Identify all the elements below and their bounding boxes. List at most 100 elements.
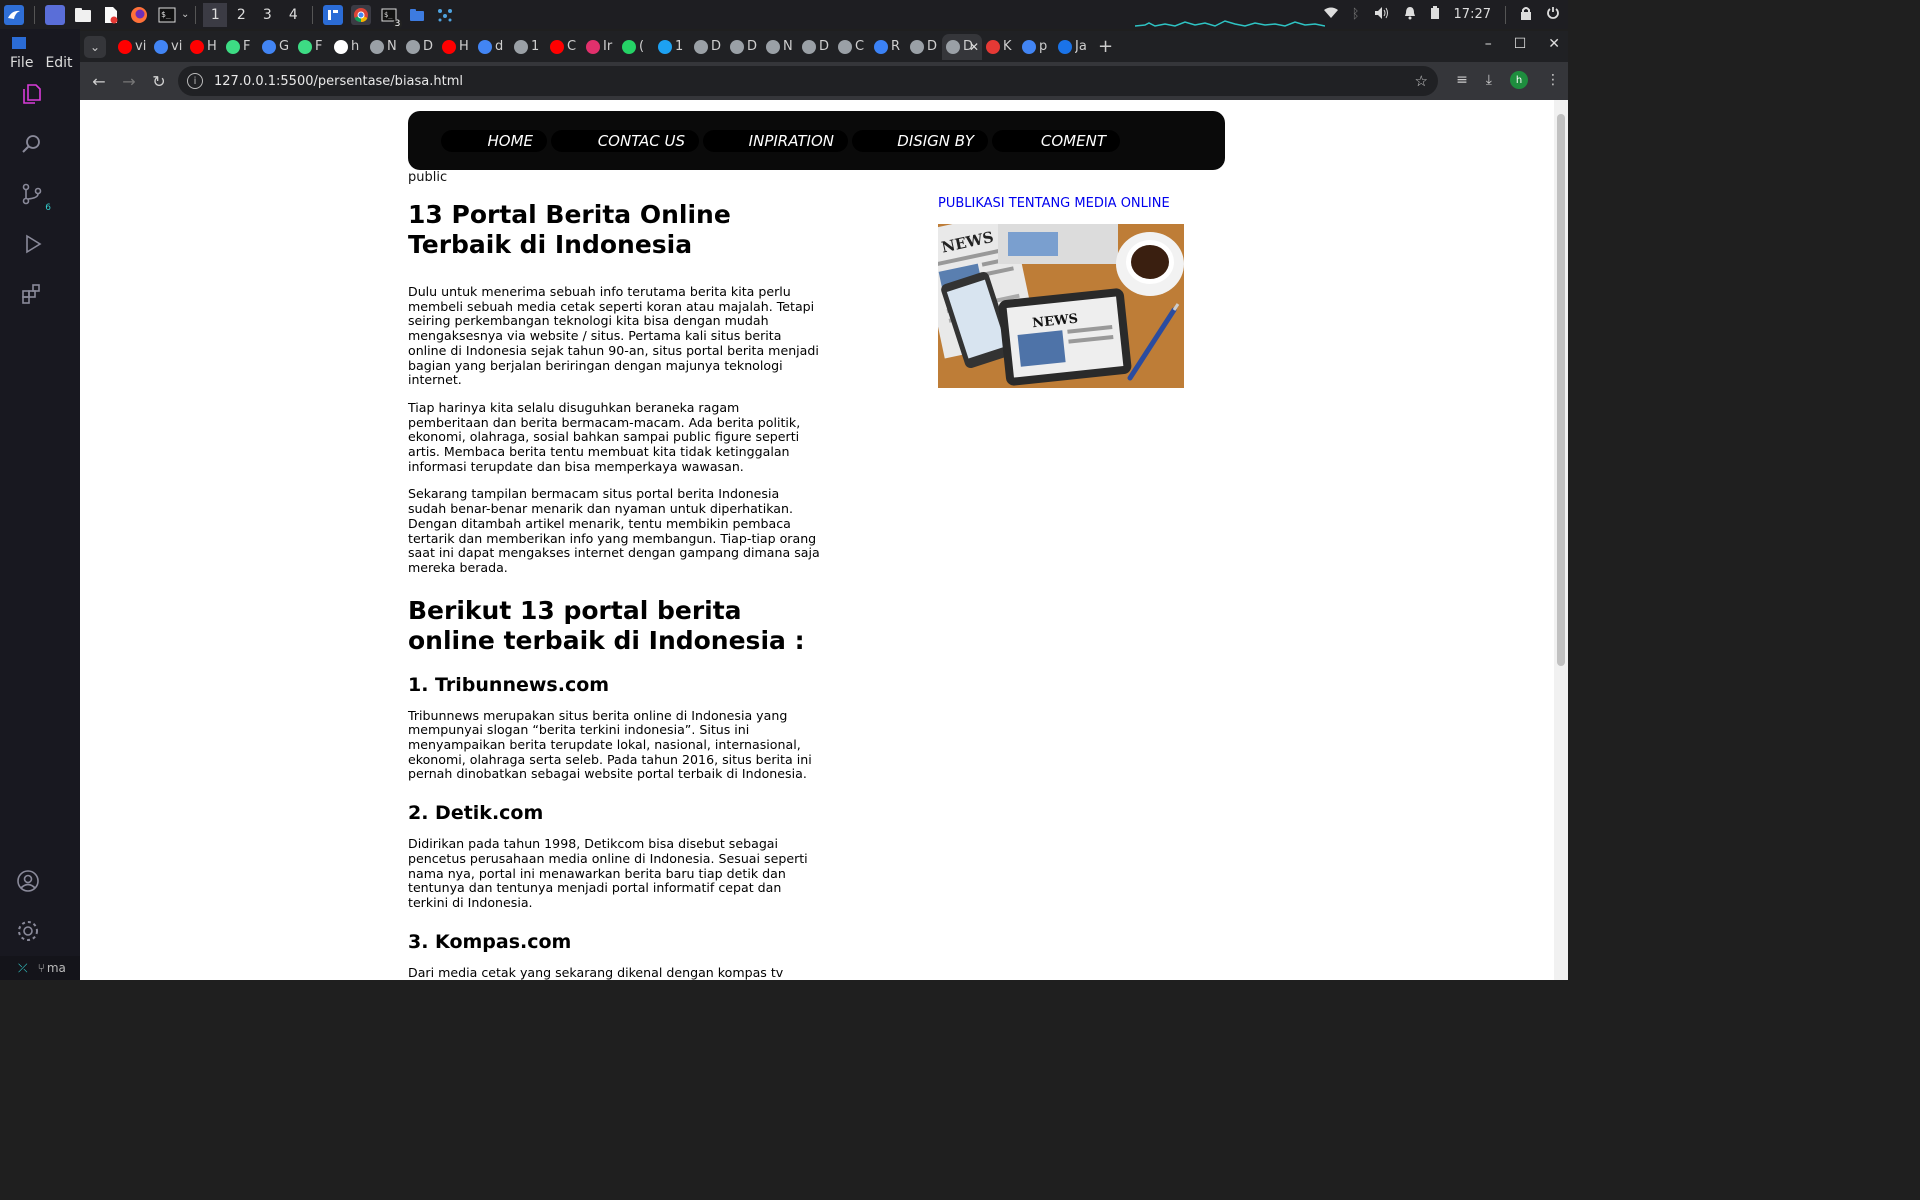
browser-tab[interactable]: H — [438, 34, 474, 60]
show-desktop-icon[interactable] — [45, 4, 65, 25]
profile-avatar[interactable]: h — [1510, 71, 1528, 89]
tab-favicon-icon — [190, 39, 204, 54]
browser-tab[interactable]: vi — [114, 34, 150, 60]
nav-design-by[interactable]: DISIGN BY — [852, 130, 988, 152]
sidebar-title[interactable]: PUBLIKASI TENTANG MEDIA ONLINE — [938, 196, 1188, 211]
browser-tab[interactable]: R — [870, 34, 906, 60]
document-viewer-icon[interactable] — [101, 5, 121, 25]
browser-tab[interactable]: D — [690, 34, 726, 60]
downloads-icon[interactable]: ⤓ — [1486, 72, 1492, 88]
terminal-window-icon[interactable]: $_ 3 — [379, 5, 403, 29]
browser-tab[interactable]: 1 — [510, 34, 546, 60]
menu-file[interactable]: File — [10, 55, 33, 71]
browser-tab[interactable]: Ja — [1054, 34, 1090, 60]
firefox-icon[interactable] — [129, 5, 149, 25]
browser-tab[interactable]: h — [330, 34, 366, 60]
browser-tab[interactable]: ( — [618, 34, 654, 60]
tab-favicon-icon — [442, 39, 456, 54]
media-controls-icon[interactable]: ≡ — [1456, 72, 1468, 88]
reload-button[interactable]: ↻ — [144, 72, 174, 91]
browser-tab[interactable]: D — [906, 34, 942, 60]
toolbar-actions: ≡ ⤓ h ⋮ — [1456, 71, 1560, 89]
tab-active[interactable]: D ✕ — [942, 33, 982, 60]
browser-tab[interactable]: F — [222, 34, 258, 60]
browser-tab[interactable]: vi — [150, 34, 186, 60]
chrome-menu-icon[interactable]: ⋮ — [1546, 72, 1560, 88]
browser-tab[interactable]: 1 — [654, 34, 690, 60]
intro-paragraph: Tiap harinya kita selalu disuguhkan bera… — [408, 399, 801, 474]
bookmark-star-icon[interactable]: ☆ — [1415, 72, 1428, 90]
workspace-4[interactable]: 4 — [281, 3, 305, 27]
nav-home[interactable]: HOME — [441, 130, 547, 152]
tab-close-icon[interactable]: ✕ — [969, 40, 979, 54]
browser-tab[interactable]: N — [366, 34, 402, 60]
nav-contact-us[interactable]: CONTAC US — [551, 130, 699, 152]
workspace-3[interactable]: 3 — [255, 3, 279, 27]
terminal-launcher-icon[interactable]: $_ — [157, 5, 177, 25]
new-tab-button[interactable]: + — [1098, 36, 1113, 57]
chrome-window-icon[interactable] — [351, 4, 372, 25]
url-text[interactable]: 127.0.0.1:5500/persentase/biasa.html — [214, 74, 463, 89]
tabs-container: vi vi H F G Fh N D Hd 1 C Ir (1 D D N D C R D D ✕ Kp Ja — [114, 33, 1090, 60]
file-manager-icon[interactable] — [73, 5, 93, 25]
site-info-icon[interactable]: i — [187, 73, 203, 89]
tab-favicon-icon — [478, 39, 492, 54]
browser-tab[interactable]: d — [474, 34, 510, 60]
tab-title: C — [567, 39, 577, 54]
volume-icon[interactable] — [1374, 6, 1390, 24]
search-icon[interactable] — [17, 129, 47, 159]
branch-icon[interactable]: ⑂ — [38, 961, 45, 975]
browser-tab[interactable]: N — [762, 34, 798, 60]
bluetooth-icon[interactable]: ᛒ — [1352, 7, 1360, 22]
wifi-icon[interactable] — [1323, 7, 1338, 23]
browser-tab[interactable]: F — [294, 34, 330, 60]
browser-tab[interactable]: Ir — [582, 34, 618, 60]
run-debug-icon[interactable] — [17, 229, 47, 259]
close-window-icon[interactable]: ✕ — [1548, 36, 1560, 52]
workspace-2[interactable]: 2 — [229, 3, 253, 27]
tab-search-icon[interactable]: ⌄ — [84, 35, 106, 58]
branch-name[interactable]: ma — [47, 961, 66, 975]
vscode-window-icon[interactable] — [323, 4, 344, 25]
tab-favicon-icon — [658, 39, 672, 54]
forward-button[interactable]: → — [114, 72, 144, 91]
network-app-icon[interactable] — [435, 5, 455, 25]
account-icon[interactable] — [16, 869, 40, 897]
vscode-window: File Edit 6 ⤫ ⑂ ma — [0, 29, 80, 980]
launcher-dropdown-icon[interactable]: ⌄ — [181, 9, 189, 20]
clock[interactable]: 17:27 — [1454, 7, 1491, 22]
tab-favicon-icon — [694, 39, 708, 54]
browser-tab[interactable]: p — [1018, 34, 1054, 60]
settings-gear-icon[interactable] — [16, 919, 40, 947]
nav-comment[interactable]: COMENT — [992, 130, 1120, 152]
tab-favicon-icon — [730, 39, 744, 54]
explorer-icon[interactable] — [17, 79, 47, 109]
browser-tab[interactable]: G — [258, 34, 294, 60]
lock-icon[interactable] — [1520, 6, 1532, 24]
source-control-icon[interactable]: 6 — [17, 179, 51, 213]
scrollbar-thumb[interactable] — [1557, 114, 1565, 666]
back-button[interactable]: ← — [84, 72, 114, 91]
browser-tab[interactable]: H — [186, 34, 222, 60]
browser-tab[interactable]: D — [726, 34, 762, 60]
extensions-icon[interactable] — [17, 279, 47, 309]
browser-tab[interactable]: D — [402, 34, 438, 60]
nav-inspiration[interactable]: INPIRATION — [703, 130, 848, 152]
remote-icon[interactable]: ⤫ — [18, 961, 28, 976]
page-scrollbar[interactable] — [1554, 100, 1568, 980]
app-menu-icon[interactable] — [4, 4, 24, 25]
workspace-1[interactable]: 1 — [203, 2, 228, 27]
minimize-icon[interactable]: – — [1485, 36, 1492, 52]
folder-window-icon[interactable] — [407, 5, 427, 25]
notifications-icon[interactable] — [1404, 6, 1416, 24]
menu-edit[interactable]: Edit — [45, 55, 72, 71]
browser-tab[interactable]: D — [798, 34, 834, 60]
address-bar[interactable]: i 127.0.0.1:5500/persentase/biasa.html ☆ — [178, 66, 1438, 96]
battery-icon[interactable] — [1430, 5, 1440, 24]
maximize-icon[interactable]: ☐ — [1514, 36, 1527, 52]
browser-tab[interactable]: C — [546, 34, 582, 60]
browser-tab[interactable]: C — [834, 34, 870, 60]
tab-favicon-icon — [946, 39, 960, 54]
browser-tab[interactable]: K — [982, 34, 1018, 60]
power-icon[interactable] — [1546, 6, 1560, 24]
